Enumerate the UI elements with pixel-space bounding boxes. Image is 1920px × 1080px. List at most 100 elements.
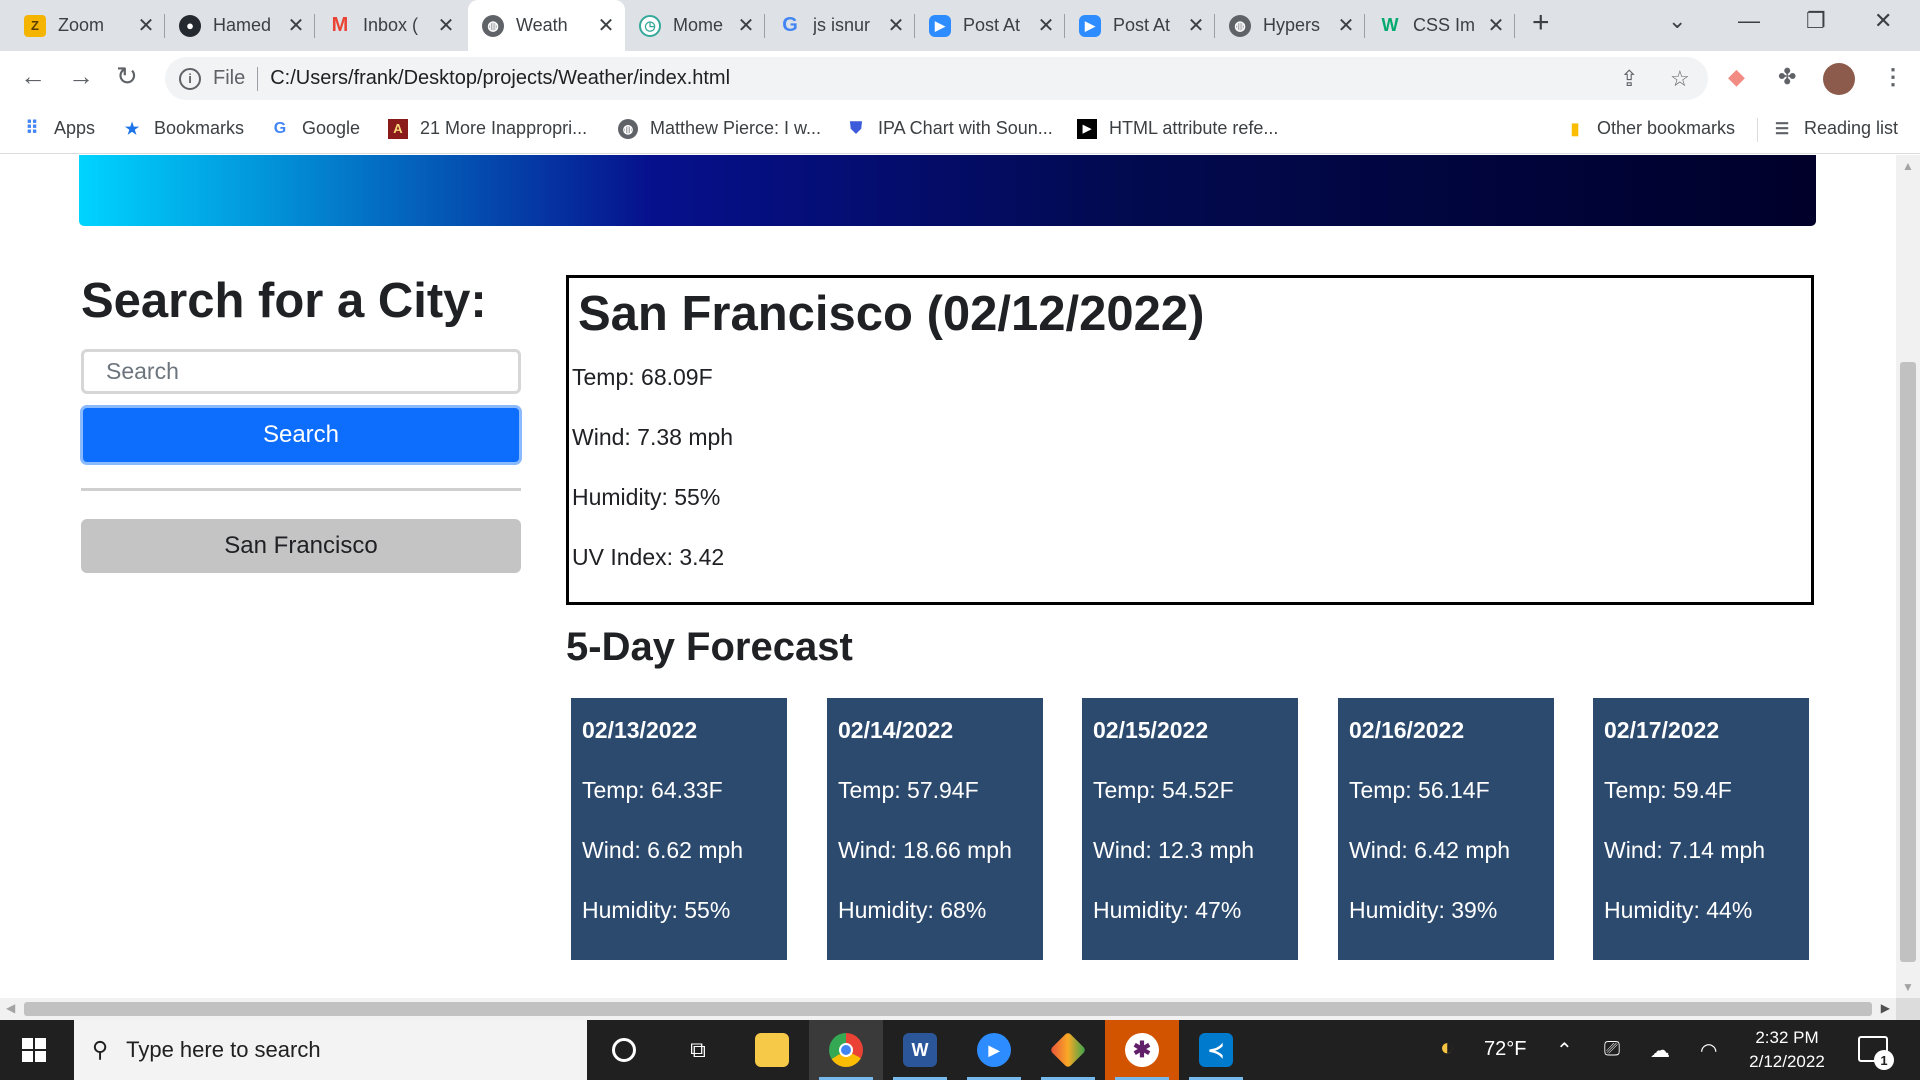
tab-title: Hamed	[213, 15, 272, 35]
other-bookmarks[interactable]: ▮ Other bookmarks	[1565, 118, 1735, 139]
protocol-label: File	[213, 67, 246, 89]
bookmark-inappropriate[interactable]: A 21 More Inappropri...	[388, 118, 587, 139]
forecast-wind: Wind: 7.14 mph	[1604, 837, 1766, 863]
taskbar-search-box[interactable]: ⚲ Type here to search	[74, 1020, 587, 1080]
forecast-temp: Temp: 59.4F	[1604, 777, 1732, 803]
vscode-icon: ≺	[1199, 1033, 1233, 1067]
star-icon: ★	[124, 120, 140, 138]
city-search-input[interactable]	[81, 349, 521, 394]
clock-icon: ◷	[639, 14, 661, 37]
restore-icon[interactable]: ❐	[1806, 8, 1826, 34]
extensions-puzzle-icon[interactable]: ✤	[1778, 64, 1796, 90]
close-icon[interactable]: ✕	[1483, 13, 1509, 38]
forward-arrow-icon[interactable]: →	[68, 61, 94, 92]
bookmark-matthew-pierce[interactable]: ◍ Matthew Pierce: I w...	[618, 118, 821, 139]
browser-tab-active[interactable]: ◍ Weath ✕	[468, 0, 625, 51]
browser-tab[interactable]: ◍ Hypers ✕	[1215, 0, 1365, 51]
tray-chevron-up-icon[interactable]: ⌃	[1556, 1038, 1573, 1063]
minimize-icon[interactable]: —	[1738, 8, 1760, 34]
browser-tab[interactable]: W CSS Im ✕	[1365, 0, 1515, 51]
bookmark-google[interactable]: G Google	[270, 118, 360, 139]
cortana-button[interactable]	[587, 1020, 661, 1080]
google-icon: G	[782, 14, 798, 36]
taskbar-app[interactable]	[1031, 1020, 1105, 1080]
tab-search-chevron-icon[interactable]: ⌄	[1668, 8, 1686, 34]
taskbar-vscode[interactable]: ≺	[1179, 1020, 1253, 1080]
taskbar-clock[interactable]: 2:32 PM 2/12/2022	[1740, 1026, 1834, 1074]
close-icon[interactable]: ✕	[593, 13, 619, 38]
scroll-right-arrow-icon[interactable]: ▶	[1881, 1001, 1890, 1015]
current-humidity: Humidity: 55%	[572, 484, 721, 510]
search-history-button[interactable]: San Francisco	[81, 519, 521, 573]
globe-icon: ◍	[1229, 14, 1251, 37]
close-icon[interactable]: ✕	[133, 13, 159, 38]
address-bar[interactable]: i File C:/Users/frank/Desktop/projects/W…	[165, 57, 1708, 100]
taskbar-word[interactable]: W	[883, 1020, 957, 1080]
bookmark-star-icon[interactable]: ☆	[1670, 66, 1690, 92]
task-view-button[interactable]: ⧉	[661, 1020, 735, 1080]
share-icon[interactable]: ⇪	[1620, 66, 1638, 92]
scroll-up-arrow-icon[interactable]: ▲	[1902, 159, 1914, 173]
url-text[interactable]: C:/Users/frank/Desktop/projects/Weather/…	[270, 67, 730, 90]
slack-icon: ✱	[1125, 1033, 1159, 1067]
profile-avatar[interactable]	[1823, 63, 1855, 95]
reload-icon[interactable]: ↻	[116, 61, 138, 92]
vertical-scroll-thumb[interactable]	[1900, 362, 1916, 962]
browser-tab[interactable]: ▶ Post At ✕	[1065, 0, 1215, 51]
chrome-icon	[829, 1033, 863, 1067]
apps-grid-icon: ⠿	[25, 118, 39, 138]
browser-tab[interactable]: ▶ Post At ✕	[915, 0, 1065, 51]
weather-sun-icon[interactable]: ◐	[1440, 1034, 1455, 1062]
current-temp: Temp: 68.09F	[572, 364, 713, 390]
forecast-date: 02/16/2022	[1349, 717, 1465, 743]
bookmarks-bar: ⠿ Apps ★ Bookmarks G Google A 21 More In…	[0, 106, 1920, 154]
close-icon[interactable]: ✕	[283, 13, 309, 38]
bookmark-ipa-chart[interactable]: ⛊ IPA Chart with Soun...	[846, 118, 1053, 139]
search-button[interactable]: Search	[80, 405, 522, 465]
meet-now-icon[interactable]: ⎚	[1604, 1038, 1620, 1061]
windows-start-icon[interactable]	[22, 1038, 46, 1062]
back-arrow-icon[interactable]: ←	[20, 61, 46, 92]
zoom-icon: ▶	[977, 1033, 1011, 1067]
browser-tab[interactable]: G js isnur ✕	[765, 0, 915, 51]
info-icon[interactable]: i	[179, 67, 201, 90]
tab-title: Post At	[1113, 15, 1171, 35]
browser-tab[interactable]: ● Hamed ✕	[165, 0, 315, 51]
wifi-icon[interactable]: ◠	[1700, 1038, 1717, 1063]
scroll-left-arrow-icon[interactable]: ◀	[6, 1001, 15, 1015]
bookmark-html-attribute[interactable]: ▶ HTML attribute refe...	[1077, 118, 1278, 139]
close-icon[interactable]: ✕	[1033, 13, 1059, 38]
browser-tab[interactable]: M Inbox ( ✕	[315, 0, 465, 51]
close-icon[interactable]: ✕	[1333, 13, 1359, 38]
browser-tab[interactable]: ◷ Mome ✕	[625, 0, 765, 51]
reading-list[interactable]: ☰ Reading list	[1772, 118, 1898, 139]
close-icon[interactable]: ✕	[1183, 13, 1209, 38]
taskbar-file-explorer[interactable]	[735, 1020, 809, 1080]
new-tab-plus-icon[interactable]: +	[1532, 6, 1550, 40]
window-close-icon[interactable]: ✕	[1874, 8, 1892, 34]
bookmark-bookmarks[interactable]: ★ Bookmarks	[122, 118, 244, 139]
horizontal-scrollbar[interactable]: ◀ ▶	[0, 998, 1896, 1020]
weather-temperature[interactable]: 72°F	[1484, 1038, 1526, 1061]
taskbar-slack[interactable]: ✱	[1105, 1020, 1179, 1080]
scroll-down-arrow-icon[interactable]: ▼	[1902, 980, 1914, 994]
onedrive-cloud-icon[interactable]: ☁	[1650, 1038, 1670, 1063]
horizontal-scroll-thumb[interactable]	[24, 1002, 1872, 1016]
globe-icon: ◍	[618, 118, 638, 139]
taskbar-zoom[interactable]: ▶	[957, 1020, 1031, 1080]
forecast-date: 02/14/2022	[838, 717, 954, 743]
bookmark-label: Bookmarks	[154, 118, 245, 138]
menu-kebab-icon[interactable]: ⋮	[1882, 64, 1904, 90]
taskbar-chrome[interactable]	[809, 1020, 883, 1080]
extension-icon[interactable]: ◆	[1728, 64, 1745, 90]
tab-title: Hypers	[1263, 15, 1321, 35]
forecast-temp: Temp: 64.33F	[582, 777, 723, 803]
close-icon[interactable]: ✕	[883, 13, 909, 38]
bookmark-apps[interactable]: ⠿ Apps	[22, 118, 95, 139]
close-icon[interactable]: ✕	[733, 13, 759, 38]
forecast-card: 02/13/2022 Temp: 64.33F Wind: 6.62 mph H…	[571, 698, 787, 960]
close-icon[interactable]: ✕	[433, 13, 459, 38]
tab-title: CSS Im	[1413, 15, 1476, 35]
browser-tab[interactable]: Z Zoom ✕	[10, 0, 165, 51]
vertical-scrollbar[interactable]: ▲ ▼	[1896, 155, 1920, 998]
